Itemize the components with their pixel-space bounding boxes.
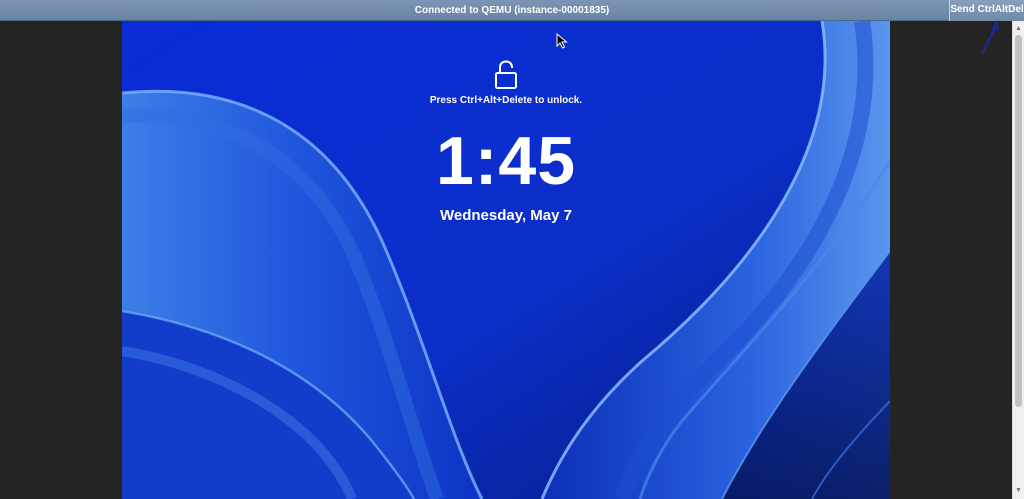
unlock-icon [495,60,517,89]
lock-screen-time: 1:45 [435,123,577,199]
remote-viewport: Press Ctrl+Alt+Delete to unlock. 1:45 We… [0,21,1012,499]
remote-screen[interactable]: Press Ctrl+Alt+Delete to unlock. 1:45 We… [122,21,890,499]
lock-screen-date: Wednesday, May 7 [440,207,572,224]
scroll-down-icon[interactable]: ▼ [1013,485,1024,497]
mouse-pointer-icon [556,33,568,49]
connection-status: Connected to QEMU (instance-00001835) [414,5,610,16]
vertical-scrollbar[interactable]: ▲ ▼ [1012,21,1024,499]
scroll-up-icon[interactable]: ▲ [1013,23,1024,35]
vnc-status-bar: Connected to QEMU (instance-00001835) Se… [0,0,1024,21]
unlock-hint: Press Ctrl+Alt+Delete to unlock. [429,95,583,106]
wallpaper-image [122,21,890,499]
arrow-annotation-icon [980,20,999,55]
scrollbar-thumb[interactable] [1015,35,1022,407]
